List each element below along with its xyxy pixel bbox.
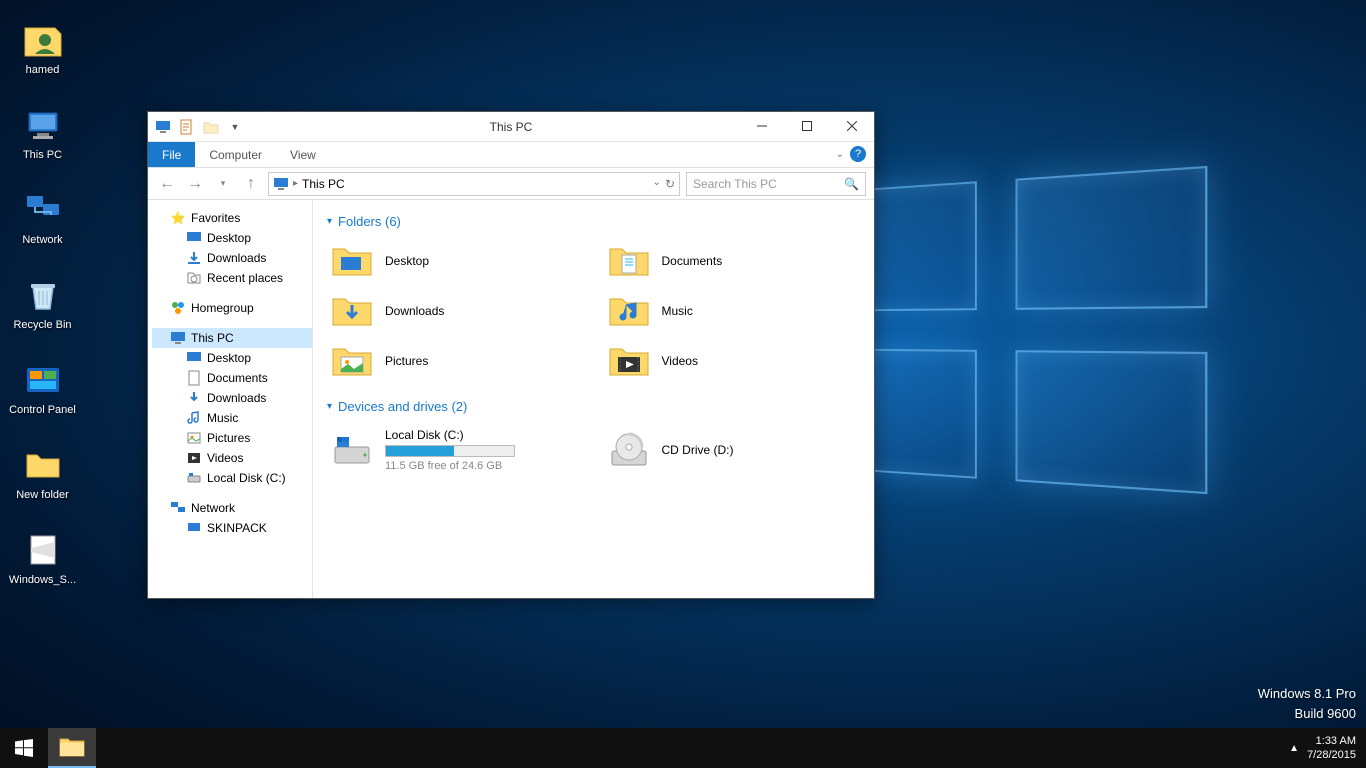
desktop-icon-user[interactable]: hamed [5,10,80,85]
desktop-icon-network[interactable]: Network [5,180,80,255]
desktop-icon-label: Network [22,234,62,246]
nav-favorites-desktop[interactable]: Desktop [152,228,312,248]
network-icon [170,500,186,516]
address-bar[interactable]: ▸ This PC ⌄ ↻ [268,172,680,196]
nav-network[interactable]: Network [152,498,312,518]
windows-watermark: Windows 8.1 Pro Build 9600 [1258,684,1356,723]
tab-file[interactable]: File [148,142,195,167]
music-icon [186,410,202,426]
nav-pc-desktop[interactable]: Desktop [152,348,312,368]
tab-computer[interactable]: Computer [195,142,276,167]
nav-pc-videos[interactable]: Videos [152,448,312,468]
pc-icon [273,176,289,192]
drive-free-text: 11.5 GB free of 24.6 GB [385,460,515,472]
qat-new-folder-icon[interactable] [202,118,220,136]
qat-properties-icon[interactable] [178,118,196,136]
drive-cd-d[interactable]: CD Drive (D:) [604,424,861,476]
desktop-icon-label: New folder [16,489,69,501]
folder-videos[interactable]: Videos [604,339,861,383]
help-icon[interactable]: ? [850,146,866,162]
nav-toolbar: ← → ▾ ↑ ▸ This PC ⌄ ↻ Search This PC 🔍 [148,168,874,200]
up-button[interactable]: ↑ [240,173,262,195]
address-dropdown-icon[interactable]: ⌄ [653,177,661,191]
star-icon: ⭐ [170,210,186,226]
recent-icon [186,270,202,286]
wallpaper-windows-logo [818,166,1207,494]
download-icon [186,390,202,406]
qat-pc-icon[interactable] [154,118,172,136]
nav-pc-documents[interactable]: Documents [152,368,312,388]
start-button[interactable] [0,728,48,768]
desktop-icon-recycle-bin[interactable]: Recycle Bin [5,265,80,340]
folder-desktop[interactable]: Desktop [327,239,584,283]
taskbar: ▲ 1:33 AM 7/28/2015 [0,728,1366,768]
forward-button[interactable]: → [184,173,206,195]
folder-music[interactable]: Music [604,289,861,333]
search-placeholder: Search This PC [693,177,777,191]
computer-icon [186,520,202,536]
desktop-icon-this-pc[interactable]: This PC [5,95,80,170]
documents-icon [186,370,202,386]
folder-downloads[interactable]: Downloads [327,289,584,333]
folder-documents[interactable]: Documents [604,239,861,283]
nav-pc-downloads[interactable]: Downloads [152,388,312,408]
minimize-button[interactable] [739,112,784,140]
folder-pictures[interactable]: Pictures [327,339,584,383]
refresh-icon[interactable]: ↻ [665,177,675,191]
content-pane: ▾Folders (6) Desktop Documents Downloads… [313,200,874,598]
ribbon: File Computer View ⌄ ? [148,142,874,168]
desktop-icon-label: hamed [26,64,60,76]
file-explorer-window: ▼ This PC File Computer View ⌄ ? ← → ▾ ↑… [147,111,875,599]
desktop-icon-new-folder[interactable]: New folder [5,435,80,510]
qat-dropdown-icon[interactable]: ▼ [226,118,244,136]
nav-pc-local-disk[interactable]: Local Disk (C:) [152,468,312,488]
desktop-icon-windows-s[interactable]: Windows_S... [5,520,80,595]
desktop-icon-label: This PC [23,149,62,161]
drive-usage-bar [385,445,515,457]
desktop-icons-area: hamed This PC Network Recycle Bin Contro… [5,10,80,605]
drive-icon [186,470,202,486]
ribbon-expand-icon[interactable]: ⌄ [836,149,844,160]
nav-pc-pictures[interactable]: Pictures [152,428,312,448]
nav-favorites[interactable]: ⭐Favorites [152,208,312,228]
drive-local-disk-c[interactable]: Local Disk (C:) 11.5 GB free of 24.6 GB [327,424,584,476]
search-input[interactable]: Search This PC 🔍 [686,172,866,196]
drive-name: CD Drive (D:) [662,443,734,457]
desktop-icon-control-panel[interactable]: Control Panel [5,350,80,425]
nav-favorites-downloads[interactable]: Downloads [152,248,312,268]
nav-network-skinpack[interactable]: SKINPACK [152,518,312,538]
taskbar-clock[interactable]: 1:33 AM 7/28/2015 [1307,734,1356,763]
pc-icon [170,330,186,346]
folders-section-header[interactable]: ▾Folders (6) [327,214,860,229]
drives-section-header[interactable]: ▾Devices and drives (2) [327,399,860,414]
taskbar-file-explorer[interactable] [48,728,96,768]
nav-homegroup[interactable]: Homegroup [152,298,312,318]
videos-icon [186,450,202,466]
collapse-icon: ▾ [327,401,332,412]
nav-favorites-recent[interactable]: Recent places [152,268,312,288]
drive-name: Local Disk (C:) [385,428,515,442]
desktop-icon-label: Windows_S... [9,574,76,586]
collapse-icon: ▾ [327,216,332,227]
nav-this-pc[interactable]: This PC [152,328,312,348]
back-button[interactable]: ← [156,173,178,195]
breadcrumb-location[interactable]: This PC [302,177,345,191]
close-button[interactable] [829,112,874,140]
nav-pc-music[interactable]: Music [152,408,312,428]
recent-dropdown[interactable]: ▾ [212,173,234,195]
download-icon [186,250,202,266]
pictures-icon [186,430,202,446]
search-icon: 🔍 [844,177,859,191]
homegroup-icon [170,300,186,316]
navigation-pane: ⭐Favorites Desktop Downloads Recent plac… [148,200,313,598]
desktop-icon-label: Control Panel [9,404,76,416]
window-title: This PC [490,120,533,134]
desktop-icon [186,230,202,246]
desktop-icon [186,350,202,366]
maximize-button[interactable] [784,112,829,140]
desktop-icon-label: Recycle Bin [13,319,71,331]
tab-view[interactable]: View [276,142,330,167]
tray-show-hidden-icon[interactable]: ▲ [1289,743,1299,754]
title-bar[interactable]: ▼ This PC [148,112,874,142]
